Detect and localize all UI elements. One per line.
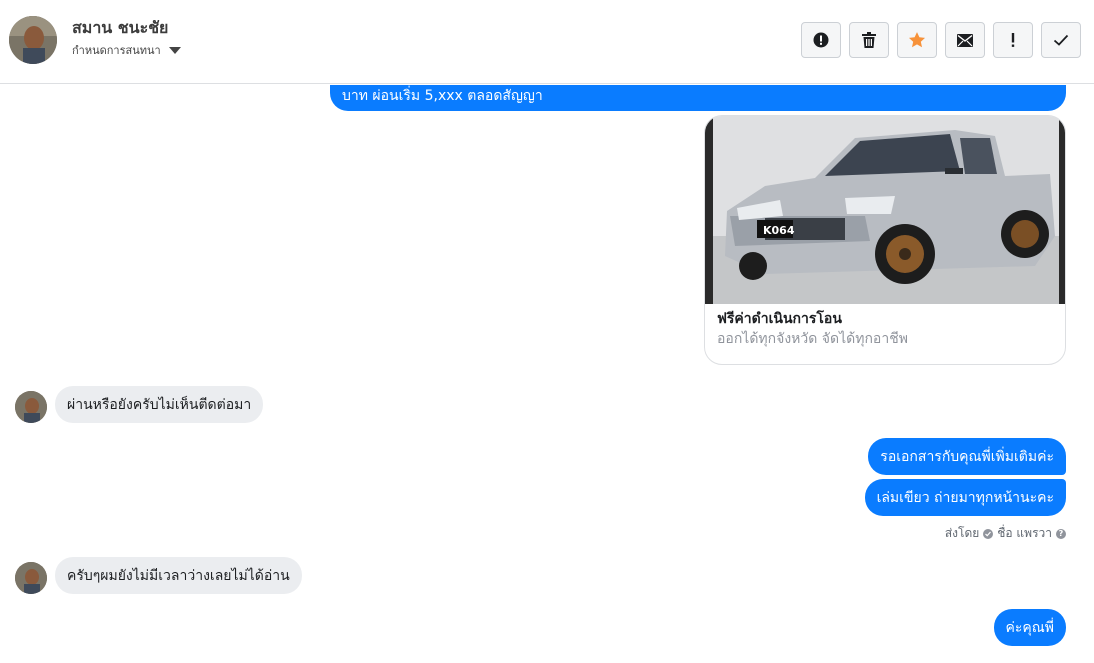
star-button[interactable] [897,22,937,58]
verified-icon [983,528,994,539]
outgoing-message[interactable]: เล่มเขียว ถ่ายมาทุกหน้านะคะ [864,479,1066,516]
star-icon [908,31,926,49]
message-text: ค่ะคุณพี่ [1005,619,1054,636]
mark-done-button[interactable] [1041,22,1081,58]
incoming-message[interactable]: ผ่านหรือยังครับไม่เห็นตีดต่อมา [55,386,264,423]
trash-icon [862,32,876,48]
license-plate: K064 [763,224,795,237]
contact-avatar[interactable] [9,16,57,64]
sent-by-label: ส่งโดย [944,526,980,540]
envelope-icon [957,33,973,47]
message-text: เล่มเขียว ถ่ายมาทุกหน้านะคะ [876,489,1054,506]
delete-button[interactable] [849,22,889,58]
contact-avatar-small[interactable] [15,562,47,594]
check-icon [1053,34,1069,46]
mark-unread-button[interactable] [945,22,985,58]
message-text: บาท ผ่อนเริ่ม 5,xxx ตลอดสัญญา [342,88,543,104]
card-subtitle: ออกได้ทุกจังหวัด จัดได้ทุกอาชีพ [717,331,908,347]
assign-label: กำหนดการสนทนา [72,44,161,57]
outgoing-message[interactable]: บาท ผ่อนเริ่ม 5,xxx ตลอดสัญญา [330,85,1066,111]
contact-avatar-small[interactable] [15,391,47,423]
conversation-header: สมาน ชนะชัย กำหนดการสนทนา [0,0,1094,84]
message-text: ผ่านหรือยังครับไม่เห็นตีดต่อมา [67,396,252,413]
card-title: ฟรีค่าดำเนินการโอน [717,311,842,327]
incoming-message[interactable]: ครับๆผมยังไม่มีเวลาว่างเลยไม่ได้อ่าน [55,557,302,594]
outgoing-message[interactable]: ค่ะคุณพี่ [993,609,1066,646]
message-text: รอเอกสารกับคุณพี่เพิ่มเติมค่ะ [880,448,1054,465]
sent-by-info: ส่งโดย ชื่อ แพรวา ? [945,524,1066,543]
outgoing-message[interactable]: รอเอกสารกับคุณพี่เพิ่มเติมค่ะ [868,438,1066,475]
exclamation-icon [1010,32,1016,48]
link-preview-card[interactable]: K064 ฟรีค่าดำเนินการโอน ออกได้ทุกจังหวัด… [704,115,1066,365]
contact-name[interactable]: สมาน ชนะชัย [72,16,168,41]
conversation-toolbar [801,22,1081,58]
message-text: ครับๆผมยังไม่มีเวลาว่างเลยไม่ได้อ่าน [67,567,290,584]
assign-conversation-dropdown[interactable]: กำหนดการสนทนา [72,41,181,59]
alert-circle-icon [813,32,829,48]
sent-by-name: ชื่อ แพรวา [997,526,1052,540]
help-icon[interactable]: ? [1056,528,1066,539]
car-photo: K064 [705,116,1065,304]
chevron-down-icon [168,46,181,54]
follow-up-button[interactable] [993,22,1033,58]
mark-spam-button[interactable] [801,22,841,58]
message-thread[interactable]: บาท ผ่อนเริ่ม 5,xxx ตลอดสัญญา K064 ฟรีค่… [0,85,1094,663]
